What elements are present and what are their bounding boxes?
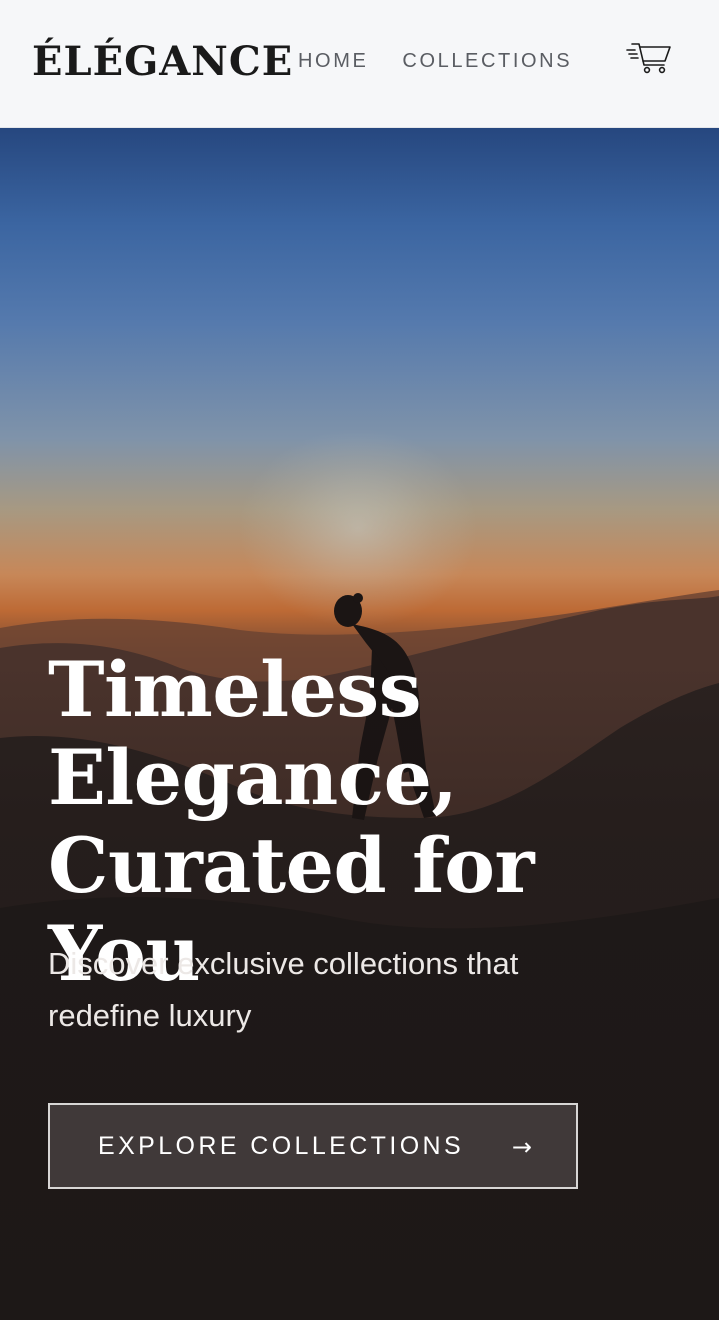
brand-logo[interactable]: ÉLÉGANCE (32, 34, 293, 90)
main-nav: HOME COLLECTIONS (298, 46, 572, 76)
hero-subtitle-line-1: Discover exclusive collections that (48, 946, 519, 981)
shopping-cart-icon[interactable] (626, 39, 672, 77)
hero-subtitle: Discover exclusive collections that rede… (48, 938, 638, 1042)
cta-label: EXPLORE COLLECTIONS (98, 1131, 465, 1160)
hero-section: Timeless Elegance, Curated for You Disco… (0, 128, 719, 1320)
hero-subtitle-line-2: redefine luxury (48, 998, 252, 1033)
hero-title-line-2: Elegance, (48, 733, 458, 822)
nav-link-collections[interactable]: COLLECTIONS (402, 46, 572, 76)
arrow-right-icon: → (511, 1133, 532, 1161)
explore-collections-button[interactable]: EXPLORE COLLECTIONS → (48, 1103, 578, 1189)
nav-link-home[interactable]: HOME (298, 46, 368, 76)
hero-title-line-1: Timeless (48, 645, 422, 734)
site-header: ÉLÉGANCE HOME COLLECTIONS (0, 0, 719, 128)
